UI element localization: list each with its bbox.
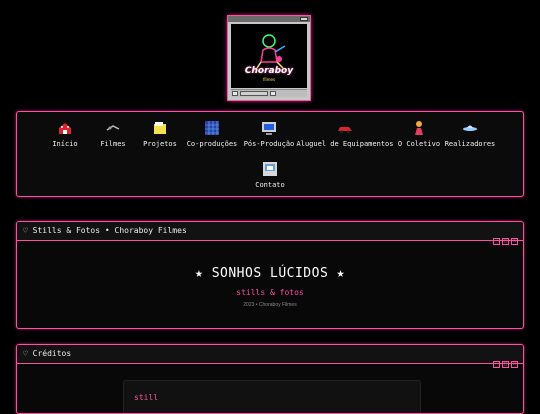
maximize-button[interactable]: □ [502, 361, 509, 368]
nav-item-label: Pós-Produção [243, 140, 295, 148]
network-icon [205, 121, 219, 135]
volume-button[interactable] [270, 91, 276, 96]
seek-bar[interactable] [240, 91, 268, 96]
people-icon [415, 121, 423, 135]
player-titlebar [228, 16, 310, 22]
monitor-icon [262, 122, 276, 135]
nav-item-pos-producao[interactable]: Pós-Produção [234, 120, 304, 148]
main-navigation: Início Filmes Projetos Co-produções Pós-… [16, 111, 524, 197]
window-titlebar: ♡ Stills & Fotos • Choraboy Filmes _ □ x [17, 222, 523, 245]
window-controls: _ □ x [491, 350, 518, 369]
maximize-button[interactable]: □ [502, 238, 509, 245]
nav-item-label: Contato [255, 181, 285, 189]
video-player[interactable]: Choraboy filmes [228, 16, 310, 100]
window-title: ♡ Créditos [23, 349, 72, 358]
nav-item-label: Projetos [143, 140, 177, 148]
close-button[interactable]: x [511, 361, 518, 368]
ufo-icon [463, 125, 477, 131]
nav-item-label: Aluguel de Equipamentos [296, 140, 394, 148]
nav-item-label: O Coletivo [397, 140, 441, 148]
logo-subtext: filmes [262, 77, 276, 82]
page-meta: 2023 • Choraboy Filmes [243, 302, 297, 308]
stills-window: ♡ Stills & Fotos • Choraboy Filmes _ □ x ★… [16, 221, 524, 329]
credit-label: still [134, 393, 159, 402]
nav-item-aluguel-equipamentos[interactable]: Aluguel de Equipamentos [295, 120, 395, 148]
page-subheading: stills & fotos [236, 288, 304, 297]
nav-item-label: Co-produções [186, 140, 238, 148]
nav-item-contato[interactable]: Contato [235, 161, 305, 189]
window-titlebar: ♡ Créditos _ □ x [17, 345, 523, 368]
credit-card: still [123, 380, 421, 413]
nav-item-realizadores[interactable]: Realizadores [435, 120, 505, 148]
computer-mail-icon [263, 162, 277, 176]
folder-icon [154, 122, 166, 134]
play-button[interactable] [232, 91, 238, 96]
car-icon [338, 127, 352, 134]
credits-window: ♡ Créditos _ □ x still [16, 344, 524, 414]
minimize-button[interactable]: _ [493, 361, 500, 368]
player-controls [231, 89, 307, 97]
window-controls: _ □ x [491, 227, 518, 246]
nav-item-label: Início [52, 140, 78, 148]
nav-item-label: Filmes [100, 140, 126, 148]
player-close-button[interactable] [300, 17, 308, 21]
player-screen[interactable]: Choraboy filmes [231, 24, 307, 88]
house-icon [59, 123, 71, 134]
film-icon [106, 125, 120, 131]
page-heading: ★ SONHOS LÚCIDOS ★ [195, 266, 345, 281]
minimize-button[interactable]: _ [493, 238, 500, 245]
close-button[interactable]: x [511, 238, 518, 245]
nav-item-label: Realizadores [444, 140, 496, 148]
window-title: ♡ Stills & Fotos • Choraboy Filmes [23, 226, 187, 235]
logo-text: Choraboy [244, 66, 294, 76]
